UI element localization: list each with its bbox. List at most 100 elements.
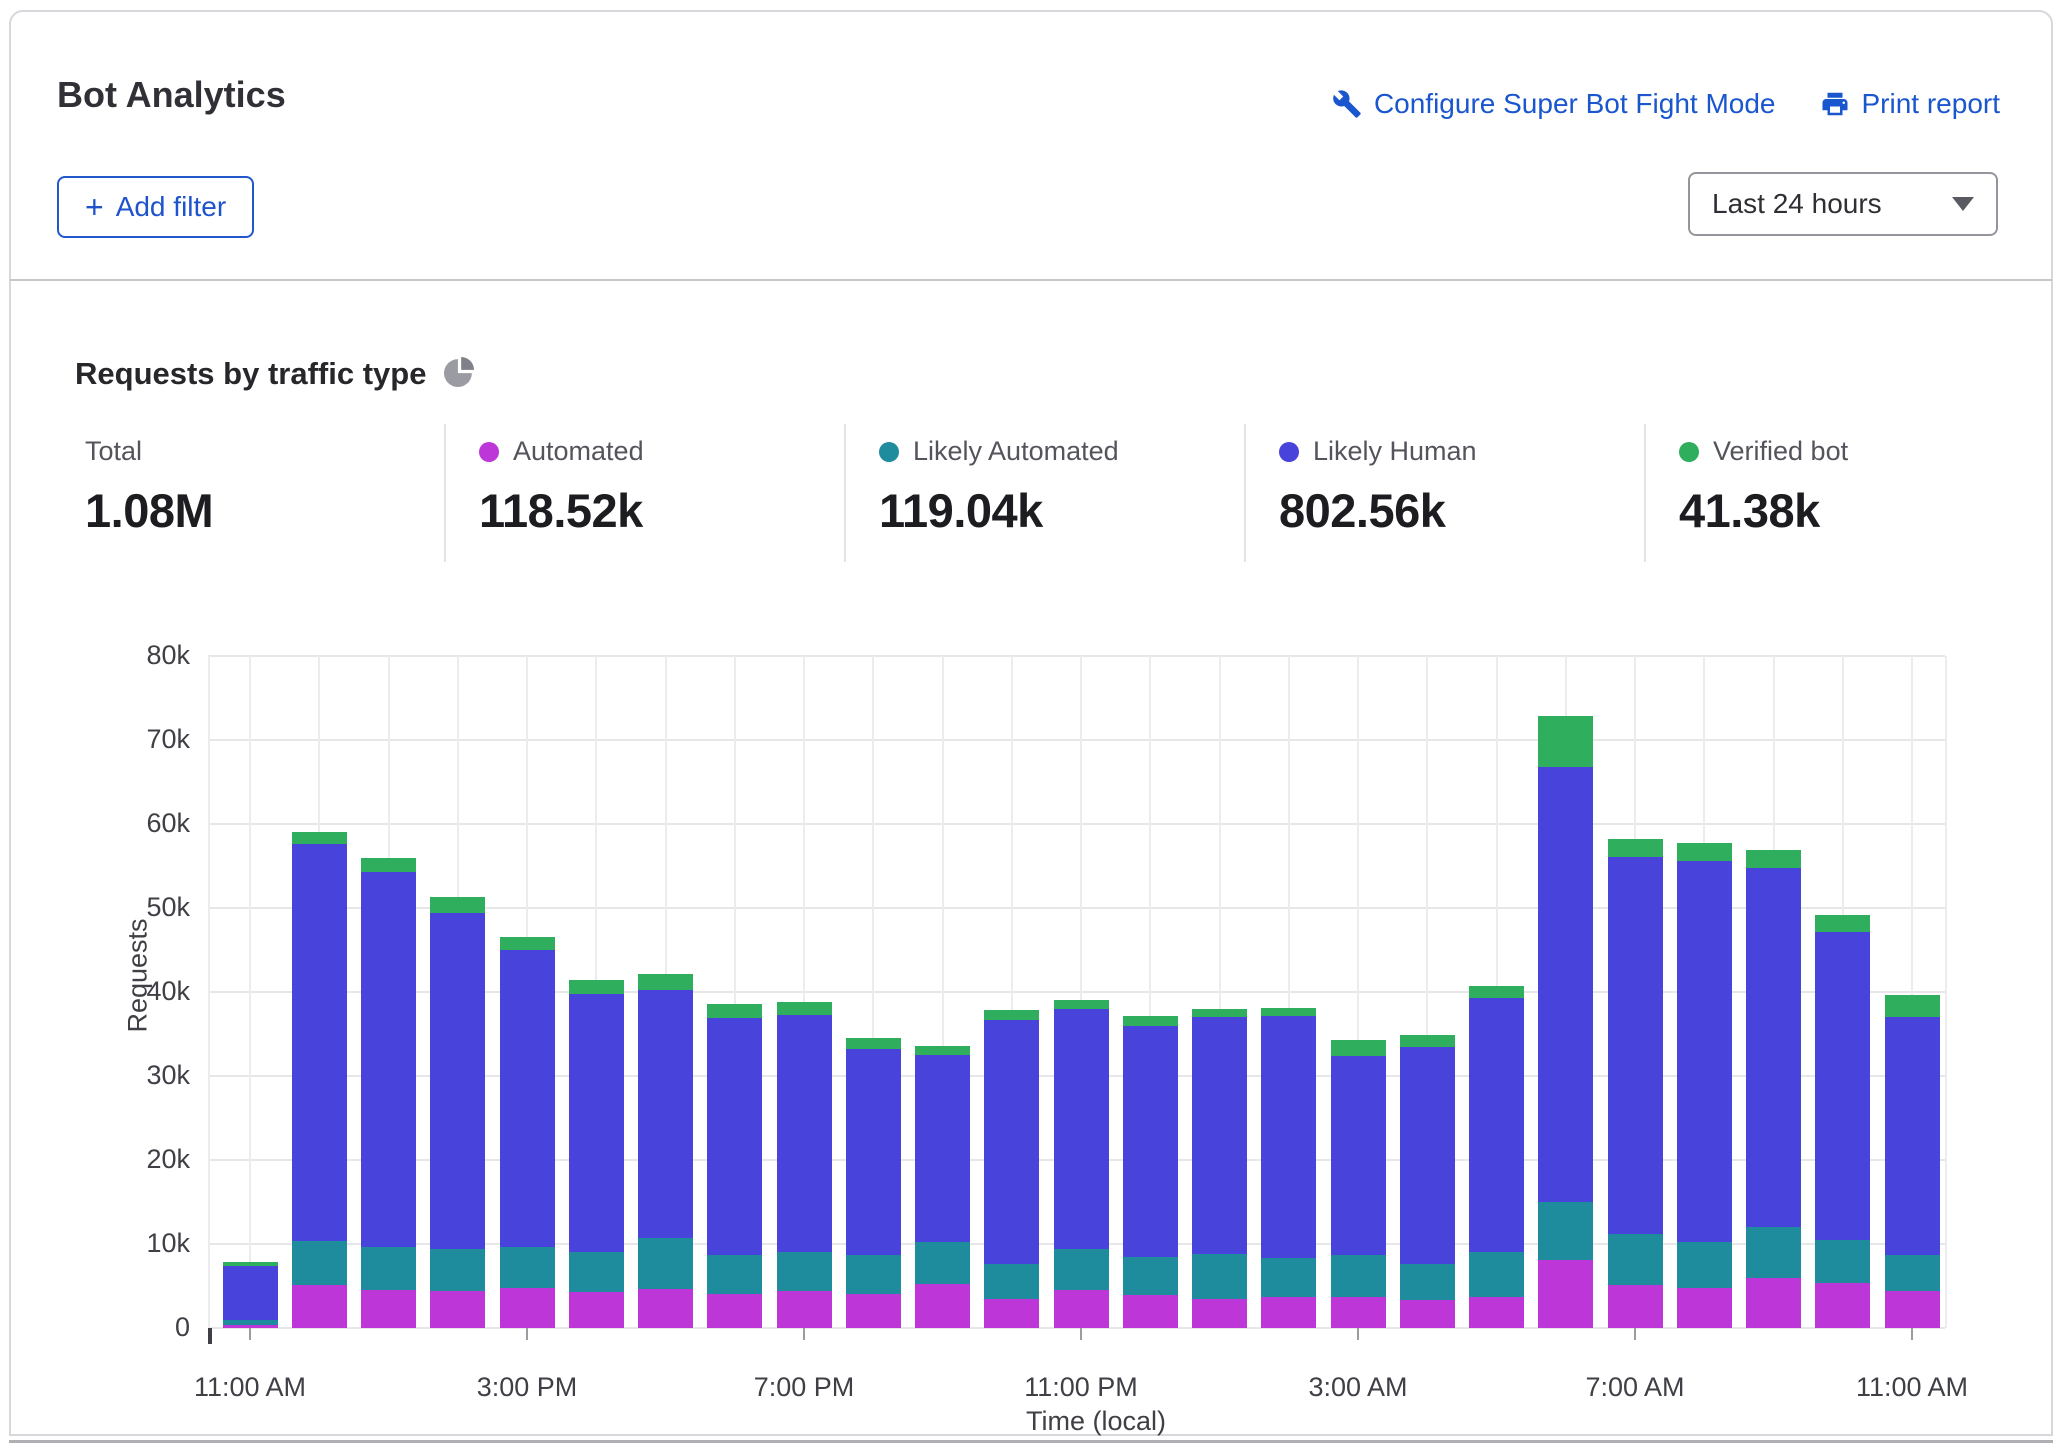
bar-segment-verified-bot[interactable] xyxy=(1123,1016,1178,1026)
bar-segment-automated[interactable] xyxy=(707,1294,762,1328)
bar-segment-verified-bot[interactable] xyxy=(223,1262,278,1265)
bar-segment-automated[interactable] xyxy=(1400,1300,1455,1328)
bar-segment-automated[interactable] xyxy=(1677,1288,1732,1328)
bar-segment-likely-human[interactable] xyxy=(1746,868,1801,1228)
bar-segment-verified-bot[interactable] xyxy=(569,980,624,993)
bar-segment-likely-human[interactable] xyxy=(500,950,555,1247)
bar-segment-verified-bot[interactable] xyxy=(292,832,347,844)
bar-segment-verified-bot[interactable] xyxy=(1400,1035,1455,1047)
bar-segment-likely-human[interactable] xyxy=(846,1049,901,1255)
bar-segment-likely-automated[interactable] xyxy=(361,1247,416,1291)
bar-segment-verified-bot[interactable] xyxy=(638,974,693,990)
bar-segment-verified-bot[interactable] xyxy=(1815,915,1870,933)
bar-segment-verified-bot[interactable] xyxy=(1331,1040,1386,1056)
bar-segment-automated[interactable] xyxy=(638,1289,693,1328)
bar-segment-likely-automated[interactable] xyxy=(223,1320,278,1324)
bar-segment-likely-human[interactable] xyxy=(1885,1017,1940,1255)
bar-segment-automated[interactable] xyxy=(1123,1295,1178,1328)
bar-segment-verified-bot[interactable] xyxy=(846,1038,901,1049)
bar-segment-automated[interactable] xyxy=(569,1292,624,1328)
bar-segment-automated[interactable] xyxy=(1815,1283,1870,1328)
bar-segment-likely-human[interactable] xyxy=(1608,857,1663,1234)
print-report-link[interactable]: Print report xyxy=(1820,88,2001,120)
bar-segment-likely-automated[interactable] xyxy=(430,1249,485,1291)
bar-segment-automated[interactable] xyxy=(1608,1285,1663,1328)
bar-segment-verified-bot[interactable] xyxy=(500,937,555,950)
bar-segment-likely-human[interactable] xyxy=(1054,1009,1109,1249)
bar-segment-verified-bot[interactable] xyxy=(430,897,485,913)
bar-segment-automated[interactable] xyxy=(1192,1299,1247,1328)
bar-segment-likely-human[interactable] xyxy=(361,872,416,1247)
bar-segment-automated[interactable] xyxy=(430,1291,485,1328)
bar-segment-automated[interactable] xyxy=(292,1285,347,1328)
bar-segment-likely-human[interactable] xyxy=(1123,1026,1178,1257)
bar-segment-likely-human[interactable] xyxy=(223,1266,278,1321)
bar-segment-verified-bot[interactable] xyxy=(1192,1009,1247,1017)
bar-segment-likely-automated[interactable] xyxy=(1331,1255,1386,1297)
bar-segment-verified-bot[interactable] xyxy=(984,1010,1039,1020)
bar-segment-likely-human[interactable] xyxy=(292,844,347,1240)
bar-segment-automated[interactable] xyxy=(361,1290,416,1328)
bar-segment-automated[interactable] xyxy=(1538,1260,1593,1328)
bar-segment-automated[interactable] xyxy=(1054,1290,1109,1328)
bar-segment-likely-automated[interactable] xyxy=(292,1241,347,1286)
bar-segment-automated[interactable] xyxy=(984,1299,1039,1328)
bar-segment-likely-automated[interactable] xyxy=(1054,1249,1109,1290)
bar-segment-automated[interactable] xyxy=(777,1291,832,1328)
bar-segment-likely-human[interactable] xyxy=(1331,1056,1386,1255)
bar-segment-likely-human[interactable] xyxy=(569,994,624,1252)
bar-segment-likely-automated[interactable] xyxy=(1608,1234,1663,1285)
bar-segment-likely-human[interactable] xyxy=(638,990,693,1238)
bar-segment-automated[interactable] xyxy=(846,1294,901,1328)
bar-segment-likely-human[interactable] xyxy=(777,1015,832,1253)
bar-segment-likely-human[interactable] xyxy=(1261,1016,1316,1258)
bar-segment-automated[interactable] xyxy=(1331,1297,1386,1328)
bar-segment-likely-automated[interactable] xyxy=(1538,1202,1593,1260)
bar-segment-likely-automated[interactable] xyxy=(1885,1255,1940,1291)
bar-segment-verified-bot[interactable] xyxy=(915,1046,970,1055)
bar-segment-verified-bot[interactable] xyxy=(1261,1008,1316,1016)
configure-super-bot-fight-mode-link[interactable]: Configure Super Bot Fight Mode xyxy=(1332,88,1776,120)
bar-segment-likely-automated[interactable] xyxy=(1746,1227,1801,1278)
bar-segment-likely-human[interactable] xyxy=(1815,932,1870,1239)
bar-segment-verified-bot[interactable] xyxy=(1469,986,1524,998)
bar-segment-automated[interactable] xyxy=(500,1288,555,1328)
bar-segment-likely-automated[interactable] xyxy=(1400,1264,1455,1300)
bar-segment-likely-human[interactable] xyxy=(430,913,485,1249)
time-range-dropdown[interactable]: Last 24 hours xyxy=(1688,172,1998,236)
bar-segment-likely-human[interactable] xyxy=(984,1020,1039,1264)
bar-segment-likely-human[interactable] xyxy=(1192,1017,1247,1254)
bar-segment-automated[interactable] xyxy=(915,1284,970,1328)
bar-segment-likely-automated[interactable] xyxy=(984,1264,1039,1299)
bar-segment-likely-automated[interactable] xyxy=(777,1252,832,1291)
bar-segment-verified-bot[interactable] xyxy=(1054,1000,1109,1009)
bar-segment-likely-human[interactable] xyxy=(1469,998,1524,1253)
bar-segment-likely-automated[interactable] xyxy=(500,1247,555,1287)
bar-segment-likely-automated[interactable] xyxy=(1815,1240,1870,1283)
bar-segment-verified-bot[interactable] xyxy=(1538,716,1593,767)
bar-segment-verified-bot[interactable] xyxy=(707,1004,762,1018)
bar-segment-likely-automated[interactable] xyxy=(1469,1252,1524,1297)
add-filter-button[interactable]: + Add filter xyxy=(57,176,254,238)
bar-segment-verified-bot[interactable] xyxy=(361,858,416,872)
bar-segment-likely-automated[interactable] xyxy=(1677,1242,1732,1287)
bar-segment-likely-human[interactable] xyxy=(1538,767,1593,1202)
bar-segment-verified-bot[interactable] xyxy=(1677,843,1732,861)
bar-segment-likely-automated[interactable] xyxy=(707,1255,762,1294)
bar-segment-likely-automated[interactable] xyxy=(846,1255,901,1294)
bar-segment-automated[interactable] xyxy=(1746,1278,1801,1328)
bar-segment-automated[interactable] xyxy=(1469,1297,1524,1328)
bar-segment-likely-human[interactable] xyxy=(1400,1047,1455,1265)
bar-segment-verified-bot[interactable] xyxy=(1608,839,1663,857)
bar-segment-verified-bot[interactable] xyxy=(1885,995,1940,1017)
bar-segment-automated[interactable] xyxy=(1261,1297,1316,1328)
bar-segment-automated[interactable] xyxy=(1885,1291,1940,1328)
bar-segment-likely-automated[interactable] xyxy=(1123,1257,1178,1295)
bar-segment-verified-bot[interactable] xyxy=(777,1002,832,1015)
bar-segment-likely-automated[interactable] xyxy=(1192,1254,1247,1299)
bar-segment-likely-automated[interactable] xyxy=(638,1238,693,1288)
bar-segment-likely-automated[interactable] xyxy=(915,1242,970,1284)
bar-segment-likely-automated[interactable] xyxy=(1261,1258,1316,1297)
bar-segment-verified-bot[interactable] xyxy=(1746,850,1801,868)
bar-segment-likely-human[interactable] xyxy=(1677,861,1732,1242)
